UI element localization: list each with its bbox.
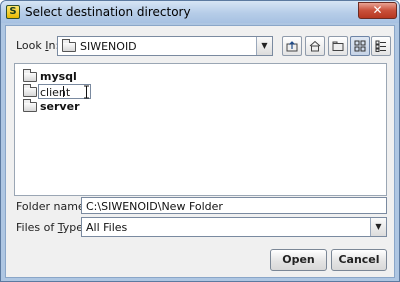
files-of-type-dropdown[interactable]: All Files ▼ bbox=[81, 217, 387, 237]
file-list[interactable]: mysql client server bbox=[14, 63, 387, 196]
title-bar[interactable]: S Select destination directory ✕ bbox=[1, 1, 399, 23]
list-view-button[interactable] bbox=[350, 36, 370, 56]
home-icon bbox=[309, 40, 321, 52]
look-in-label: Look In: bbox=[16, 39, 60, 52]
list-item-mysql[interactable]: mysql bbox=[21, 69, 81, 84]
list-item-label: server bbox=[40, 100, 80, 113]
dialog-window: S Select destination directory ✕ Look In… bbox=[0, 0, 400, 282]
files-of-type-value: All Files bbox=[86, 221, 128, 234]
details-view-button[interactable] bbox=[371, 36, 391, 56]
folder-name-label: Folder name: bbox=[16, 200, 89, 213]
text-caret bbox=[63, 86, 64, 97]
files-of-type-label: Files of Type: bbox=[16, 221, 87, 234]
folder-icon bbox=[23, 69, 37, 82]
list-item-server[interactable]: server bbox=[21, 99, 91, 114]
up-one-level-icon bbox=[286, 41, 298, 52]
folder-icon bbox=[23, 99, 37, 112]
chevron-down-icon[interactable]: ▼ bbox=[370, 218, 386, 236]
list-item-label: mysql bbox=[40, 70, 77, 83]
dialog-body: Look In: SIWENOID ▼ mysql client server … bbox=[5, 25, 395, 278]
folder-icon bbox=[62, 39, 76, 52]
rename-input[interactable]: client bbox=[38, 84, 91, 99]
list-view-icon bbox=[354, 40, 366, 52]
chevron-down-icon[interactable]: ▼ bbox=[256, 37, 272, 55]
rename-input-text: client bbox=[40, 86, 71, 99]
look-in-value: SIWENOID bbox=[80, 40, 137, 53]
new-folder-icon bbox=[332, 41, 344, 51]
details-view-icon bbox=[375, 40, 386, 52]
folder-icon bbox=[23, 84, 37, 97]
cancel-button[interactable]: Cancel bbox=[331, 249, 387, 271]
new-folder-button[interactable] bbox=[328, 36, 348, 56]
home-button[interactable] bbox=[305, 36, 325, 56]
list-item-client[interactable]: client bbox=[21, 84, 101, 99]
i-beam-cursor-icon bbox=[84, 85, 89, 99]
window-title: Select destination directory bbox=[25, 5, 191, 19]
open-button[interactable]: Open bbox=[270, 249, 327, 271]
folder-name-field[interactable]: C:\SIWENOID\New Folder bbox=[81, 197, 387, 214]
up-one-level-button[interactable] bbox=[282, 36, 302, 56]
look-in-dropdown[interactable]: SIWENOID ▼ bbox=[57, 36, 273, 56]
close-button[interactable]: ✕ bbox=[358, 2, 397, 19]
app-icon: S bbox=[6, 5, 20, 19]
